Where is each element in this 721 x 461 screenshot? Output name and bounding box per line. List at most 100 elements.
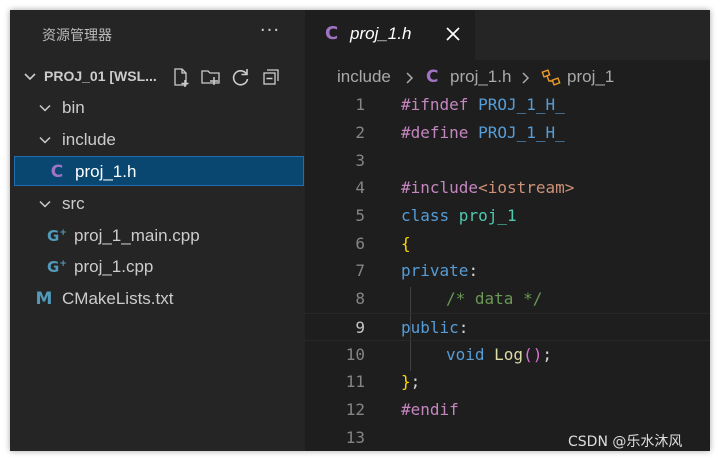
token: ; [410, 372, 421, 391]
token: } [401, 372, 411, 391]
token: () [523, 345, 543, 364]
refresh-icon[interactable] [230, 66, 252, 88]
explorer-sidebar: 资源管理器 ··· PROJ_01 [WSL... bin include C … [10, 10, 305, 451]
code-line: 6 { [305, 230, 710, 258]
token: proj_1 [449, 206, 517, 225]
code-line: 2 #define PROJ_1_H_ [305, 119, 710, 147]
tree-item-label: proj_1.cpp [74, 257, 154, 276]
cpp-file-icon: G+ [47, 256, 67, 278]
workspace-title: PROJ_01 [WSL... [44, 68, 157, 84]
line-source: #define PROJ_1_H_ [401, 123, 565, 142]
watermark: CSDN @乐水沐风 [568, 434, 683, 450]
code-line: 12 #endif [305, 396, 710, 424]
vscode-window: 资源管理器 ··· PROJ_01 [WSL... bin include C … [10, 10, 710, 451]
line-source: { [401, 234, 411, 253]
code-editor[interactable]: 1 #ifndef PROJ_1_H_ 2 #define PROJ_1_H_ … [305, 91, 710, 451]
chevron-down-icon [39, 104, 51, 112]
line-number: 6 [355, 234, 365, 253]
code-line: 7 private: [305, 257, 710, 285]
tree-item-label: src [62, 194, 85, 213]
line-number: 10 [345, 345, 365, 364]
chevron-down-icon [24, 73, 36, 81]
cmake-file-icon: M [35, 289, 53, 309]
code-line: 4 #include<iostream> [305, 174, 710, 202]
line-source: private: [401, 261, 478, 280]
line-source: #include<iostream> [401, 178, 574, 197]
tab-label: proj_1.h [350, 24, 412, 43]
close-icon[interactable] [443, 24, 463, 44]
chevron-right-icon [522, 72, 530, 84]
line-number: 9 [355, 318, 365, 337]
line-source: void Log(); [446, 345, 552, 364]
chevron-down-icon [39, 136, 51, 144]
tree-file-proj-1-cpp[interactable]: G+ proj_1.cpp [10, 252, 305, 282]
token: void [446, 345, 485, 364]
chevron-down-icon [39, 200, 51, 208]
token: <iostream> [478, 178, 575, 197]
chevron-right-icon [406, 72, 414, 84]
cpp-file-icon: G+ [47, 225, 67, 247]
new-file-icon[interactable] [170, 66, 192, 88]
line-number: 7 [355, 261, 365, 280]
tree-file-proj-1-h[interactable]: C proj_1.h [14, 156, 304, 186]
token: : [468, 261, 479, 280]
tree-item-label: proj_1_main.cpp [74, 226, 200, 245]
code-line: 3 [305, 147, 710, 175]
tree-item-label: CMakeLists.txt [62, 289, 174, 308]
tree-file-proj-1-main-cpp[interactable]: G+ proj_1_main.cpp [10, 221, 305, 251]
tree-file-cmakelists[interactable]: M CMakeLists.txt [10, 284, 305, 314]
tree-folder-src[interactable]: src [10, 189, 305, 219]
line-source: #endif [401, 400, 459, 419]
cpp-icon-plus: + [59, 228, 67, 238]
more-actions-button[interactable]: ··· [258, 20, 282, 44]
breadcrumb-symbol[interactable]: proj_1 [567, 67, 614, 87]
token: #include [401, 178, 479, 197]
token: #ifndef [401, 95, 469, 114]
token: { [401, 234, 411, 253]
token: /* data */ [446, 289, 543, 308]
c-header-file-icon: C [426, 67, 439, 87]
collapse-all-icon[interactable] [260, 66, 282, 88]
line-number: 2 [355, 123, 365, 142]
breadcrumb: include C proj_1.h proj_1 [305, 62, 710, 92]
tree-folder-bin[interactable]: bin [10, 93, 305, 123]
line-number: 8 [355, 289, 365, 308]
tree-item-label: proj_1.h [75, 162, 137, 181]
explorer-title: 资源管理器 [42, 28, 112, 44]
line-number: 4 [355, 178, 365, 197]
token: PROJ_1_H_ [468, 95, 565, 114]
c-header-file-icon: C [325, 23, 339, 44]
new-folder-icon[interactable] [200, 66, 222, 88]
line-number: 1 [355, 95, 365, 114]
cpp-icon-glyph: G [47, 258, 60, 276]
token: private [401, 261, 469, 280]
code-line: 5 class proj_1 [305, 202, 710, 230]
editor-area: C proj_1.h include C proj_1.h proj_1 1 #… [305, 10, 710, 451]
code-line: 1 #ifndef PROJ_1_H_ [305, 91, 710, 119]
line-number: 11 [345, 372, 365, 391]
line-source: public: [401, 318, 468, 337]
tree-folder-include[interactable]: include [10, 125, 305, 155]
line-source: class proj_1 [401, 206, 517, 225]
code-line: 10 void Log(); [305, 341, 710, 369]
line-number: 5 [355, 206, 365, 225]
breadcrumb-file[interactable]: proj_1.h [450, 67, 511, 87]
line-number: 3 [355, 151, 365, 170]
token: #define [401, 123, 469, 142]
tab-proj-1-h[interactable]: C proj_1.h [305, 10, 475, 60]
token: public [401, 318, 459, 337]
line-source: }; [401, 372, 420, 391]
line-number: 12 [345, 400, 365, 419]
explorer-header: 资源管理器 ··· [10, 10, 305, 60]
workspace-section-header[interactable]: PROJ_01 [WSL... [10, 63, 305, 91]
token: PROJ_1_H_ [468, 123, 565, 142]
token: ; [542, 345, 552, 364]
token: Log [484, 345, 524, 364]
tab-bar: C proj_1.h [305, 10, 710, 60]
breadcrumb-folder[interactable]: include [337, 67, 391, 87]
class-symbol-icon [541, 69, 561, 86]
token: class [401, 206, 450, 225]
cpp-icon-plus: + [59, 259, 67, 269]
line-source: #ifndef PROJ_1_H_ [401, 95, 565, 114]
line-number: 13 [345, 428, 365, 447]
